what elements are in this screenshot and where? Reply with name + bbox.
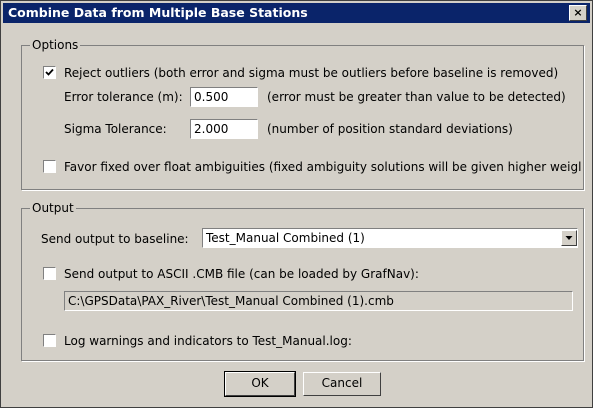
log-warnings-label: Log warnings and indicators to Test_Manu… — [64, 334, 352, 348]
sigma-tolerance-hint: (number of position standard deviations) — [267, 122, 513, 136]
favor-fixed-checkbox[interactable] — [43, 160, 56, 173]
cmb-file-path-field: C:\GPSData\PAX_River\Test_Manual Combine… — [64, 291, 573, 311]
log-warnings-checkbox[interactable] — [43, 334, 56, 347]
ok-button[interactable]: OK — [224, 371, 296, 397]
cancel-button[interactable]: Cancel — [303, 372, 381, 396]
favor-fixed-label: Favor fixed over float ambiguities (fixe… — [64, 160, 582, 174]
sigma-tolerance-label: Sigma Tolerance: — [64, 122, 167, 136]
sigma-tolerance-input[interactable]: 2.000 — [190, 119, 258, 139]
dialog-title: Combine Data from Multiple Base Stations — [8, 5, 308, 20]
options-legend: Options — [30, 38, 81, 52]
baseline-dropdown-button[interactable] — [561, 230, 577, 246]
baseline-select[interactable]: Test_Manual Combined (1) — [202, 228, 578, 248]
send-to-ascii-label: Send output to ASCII .CMB file (can be l… — [64, 267, 419, 281]
baseline-select-value: Test_Manual Combined (1) — [206, 231, 365, 245]
title-bar[interactable]: Combine Data from Multiple Base Stations… — [3, 3, 590, 23]
error-tolerance-label: Error tolerance (m): — [64, 90, 183, 104]
reject-outliers-checkbox[interactable] — [43, 66, 56, 79]
send-to-baseline-label: Send output to baseline: — [41, 232, 189, 246]
output-legend: Output — [30, 201, 76, 215]
reject-outliers-label: Reject outliers (both error and sigma mu… — [64, 66, 559, 80]
chevron-down-icon — [565, 236, 573, 240]
checkmark-icon — [45, 68, 54, 76]
close-button[interactable]: × — [569, 5, 587, 21]
error-tolerance-hint: (error must be greater than value to be … — [267, 90, 566, 104]
combine-data-dialog: Combine Data from Multiple Base Stations… — [0, 0, 593, 408]
error-tolerance-input[interactable]: 0.500 — [190, 87, 258, 107]
send-to-ascii-checkbox[interactable] — [43, 267, 56, 280]
close-icon: × — [573, 6, 583, 19]
